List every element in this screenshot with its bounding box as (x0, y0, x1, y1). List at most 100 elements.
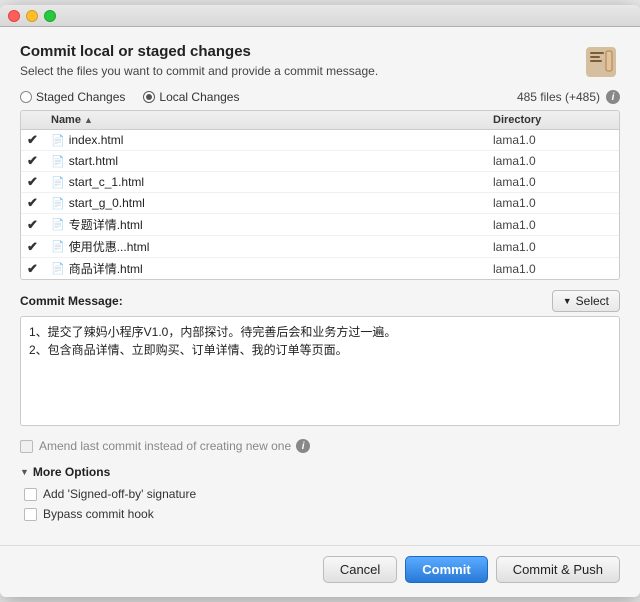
file-table: Name ▲ Directory ✔ 📄 index.html lama1.0 … (20, 110, 620, 280)
file-name: start_c_1.html (69, 175, 144, 189)
tab-local-label: Local Changes (159, 90, 239, 104)
signed-off-checkbox[interactable] (24, 488, 37, 501)
commit-button[interactable]: Commit (405, 556, 487, 583)
row-check-cell: ✔ (27, 132, 51, 148)
tab-staged-label: Staged Changes (36, 90, 125, 104)
check-icon: ✔ (27, 217, 38, 233)
git-repo-icon (582, 43, 620, 84)
row-file-cell: 📄 start_g_0.html (51, 196, 493, 210)
row-check-cell: ✔ (27, 217, 51, 233)
dropdown-arrow-icon: ▼ (563, 296, 572, 306)
select-button[interactable]: ▼ Select (552, 290, 620, 312)
bypass-hook-label: Bypass commit hook (43, 507, 154, 521)
file-icon: 📄 (51, 176, 65, 189)
table-row[interactable]: ✔ 📄 start.html lama1.0 (21, 151, 619, 172)
row-dir-cell: lama1.0 (493, 133, 613, 147)
option-signed-off: Add 'Signed-off-by' signature (20, 487, 620, 501)
more-options-toggle[interactable]: ▼ More Options (20, 465, 620, 479)
row-check-cell: ✔ (27, 261, 51, 277)
file-icon: 📄 (51, 134, 65, 147)
main-window: Commit local or staged changes Select th… (0, 5, 640, 597)
row-file-cell: 📄 专题详情.html (51, 216, 493, 233)
amend-checkbox[interactable] (20, 440, 33, 453)
row-file-cell: 📄 使用优惠...html (51, 238, 493, 255)
dialog-subtitle: Select the files you want to commit and … (20, 64, 620, 78)
dialog-content: Commit local or staged changes Select th… (0, 27, 640, 545)
minimize-button[interactable] (26, 10, 38, 22)
check-icon: ✔ (27, 174, 38, 190)
more-options-triangle-icon: ▼ (20, 467, 29, 477)
dialog-footer: Cancel Commit Commit & Push (0, 545, 640, 597)
check-icon: ✔ (27, 195, 38, 211)
cancel-button[interactable]: Cancel (323, 556, 397, 583)
close-button[interactable] (8, 10, 20, 22)
table-row[interactable]: ✔ 📄 专题详情.html lama1.0 (21, 214, 619, 236)
file-count-area: 485 files (+485) i (517, 90, 620, 104)
radio-staged[interactable] (20, 91, 32, 103)
row-dir-cell: lama1.0 (493, 262, 613, 276)
header-area: Commit local or staged changes Select th… (20, 43, 620, 78)
file-icon: 📄 (51, 218, 65, 231)
check-icon: ✔ (27, 261, 38, 277)
sort-arrow-icon: ▲ (84, 115, 93, 125)
table-row[interactable]: ✔ 📄 start_c_1.html lama1.0 (21, 172, 619, 193)
file-icon: 📄 (51, 155, 65, 168)
amend-label: Amend last commit instead of creating ne… (39, 439, 310, 453)
titlebar (0, 5, 640, 27)
commit-message-header: Commit Message: ▼ Select (20, 290, 620, 312)
commit-push-button[interactable]: Commit & Push (496, 556, 620, 583)
row-check-cell: ✔ (27, 153, 51, 169)
col-check-header (27, 114, 51, 126)
file-name: start.html (69, 154, 118, 168)
file-name: 专题详情.html (69, 216, 143, 233)
dialog-title: Commit local or staged changes (20, 43, 620, 60)
file-name: 使用优惠...html (69, 238, 150, 255)
select-button-label: Select (576, 294, 609, 308)
row-check-cell: ✔ (27, 239, 51, 255)
file-name: index.html (69, 133, 124, 147)
check-icon: ✔ (27, 153, 38, 169)
more-options-label: More Options (33, 465, 110, 479)
file-name: start_g_0.html (69, 196, 145, 210)
tab-staged-changes[interactable]: Staged Changes (20, 90, 125, 104)
file-count-text: 485 files (+485) (517, 90, 600, 104)
row-dir-cell: lama1.0 (493, 240, 613, 254)
traffic-lights (8, 10, 56, 22)
option-bypass-hook: Bypass commit hook (20, 507, 620, 521)
commit-message-label: Commit Message: (20, 294, 123, 308)
row-dir-cell: lama1.0 (493, 175, 613, 189)
tabs-row: Staged Changes Local Changes 485 files (… (20, 90, 620, 104)
commit-message-textarea[interactable] (20, 316, 620, 426)
table-row[interactable]: ✔ 📄 start_g_0.html lama1.0 (21, 193, 619, 214)
row-file-cell: 📄 商品详情.html (51, 260, 493, 277)
check-icon: ✔ (27, 239, 38, 255)
file-name: 商品详情.html (69, 260, 143, 277)
row-check-cell: ✔ (27, 174, 51, 190)
table-row[interactable]: ✔ 📄 商品详情.html lama1.0 (21, 258, 619, 279)
more-options-section: ▼ More Options Add 'Signed-off-by' signa… (20, 465, 620, 521)
table-row[interactable]: ✔ 📄 index.html lama1.0 (21, 130, 619, 151)
tab-local-changes[interactable]: Local Changes (143, 90, 239, 104)
amend-row: Amend last commit instead of creating ne… (20, 439, 620, 453)
file-icon: 📄 (51, 240, 65, 253)
row-dir-cell: lama1.0 (493, 218, 613, 232)
row-dir-cell: lama1.0 (493, 196, 613, 210)
check-icon: ✔ (27, 132, 38, 148)
row-dir-cell: lama1.0 (493, 154, 613, 168)
table-row[interactable]: ✔ 📄 使用优惠...html lama1.0 (21, 236, 619, 258)
col-dir-header: Directory (493, 114, 613, 126)
row-file-cell: 📄 start_c_1.html (51, 175, 493, 189)
amend-info-icon[interactable]: i (296, 439, 310, 453)
radio-local[interactable] (143, 91, 155, 103)
table-body: ✔ 📄 index.html lama1.0 ✔ 📄 start.html la… (21, 130, 619, 279)
bypass-hook-checkbox[interactable] (24, 508, 37, 521)
row-file-cell: 📄 start.html (51, 154, 493, 168)
file-icon: 📄 (51, 197, 65, 210)
row-check-cell: ✔ (27, 195, 51, 211)
signed-off-label: Add 'Signed-off-by' signature (43, 487, 196, 501)
col-name-header: Name ▲ (51, 114, 493, 126)
row-file-cell: 📄 index.html (51, 133, 493, 147)
file-count-info-icon[interactable]: i (606, 90, 620, 104)
file-icon: 📄 (51, 262, 65, 275)
maximize-button[interactable] (44, 10, 56, 22)
